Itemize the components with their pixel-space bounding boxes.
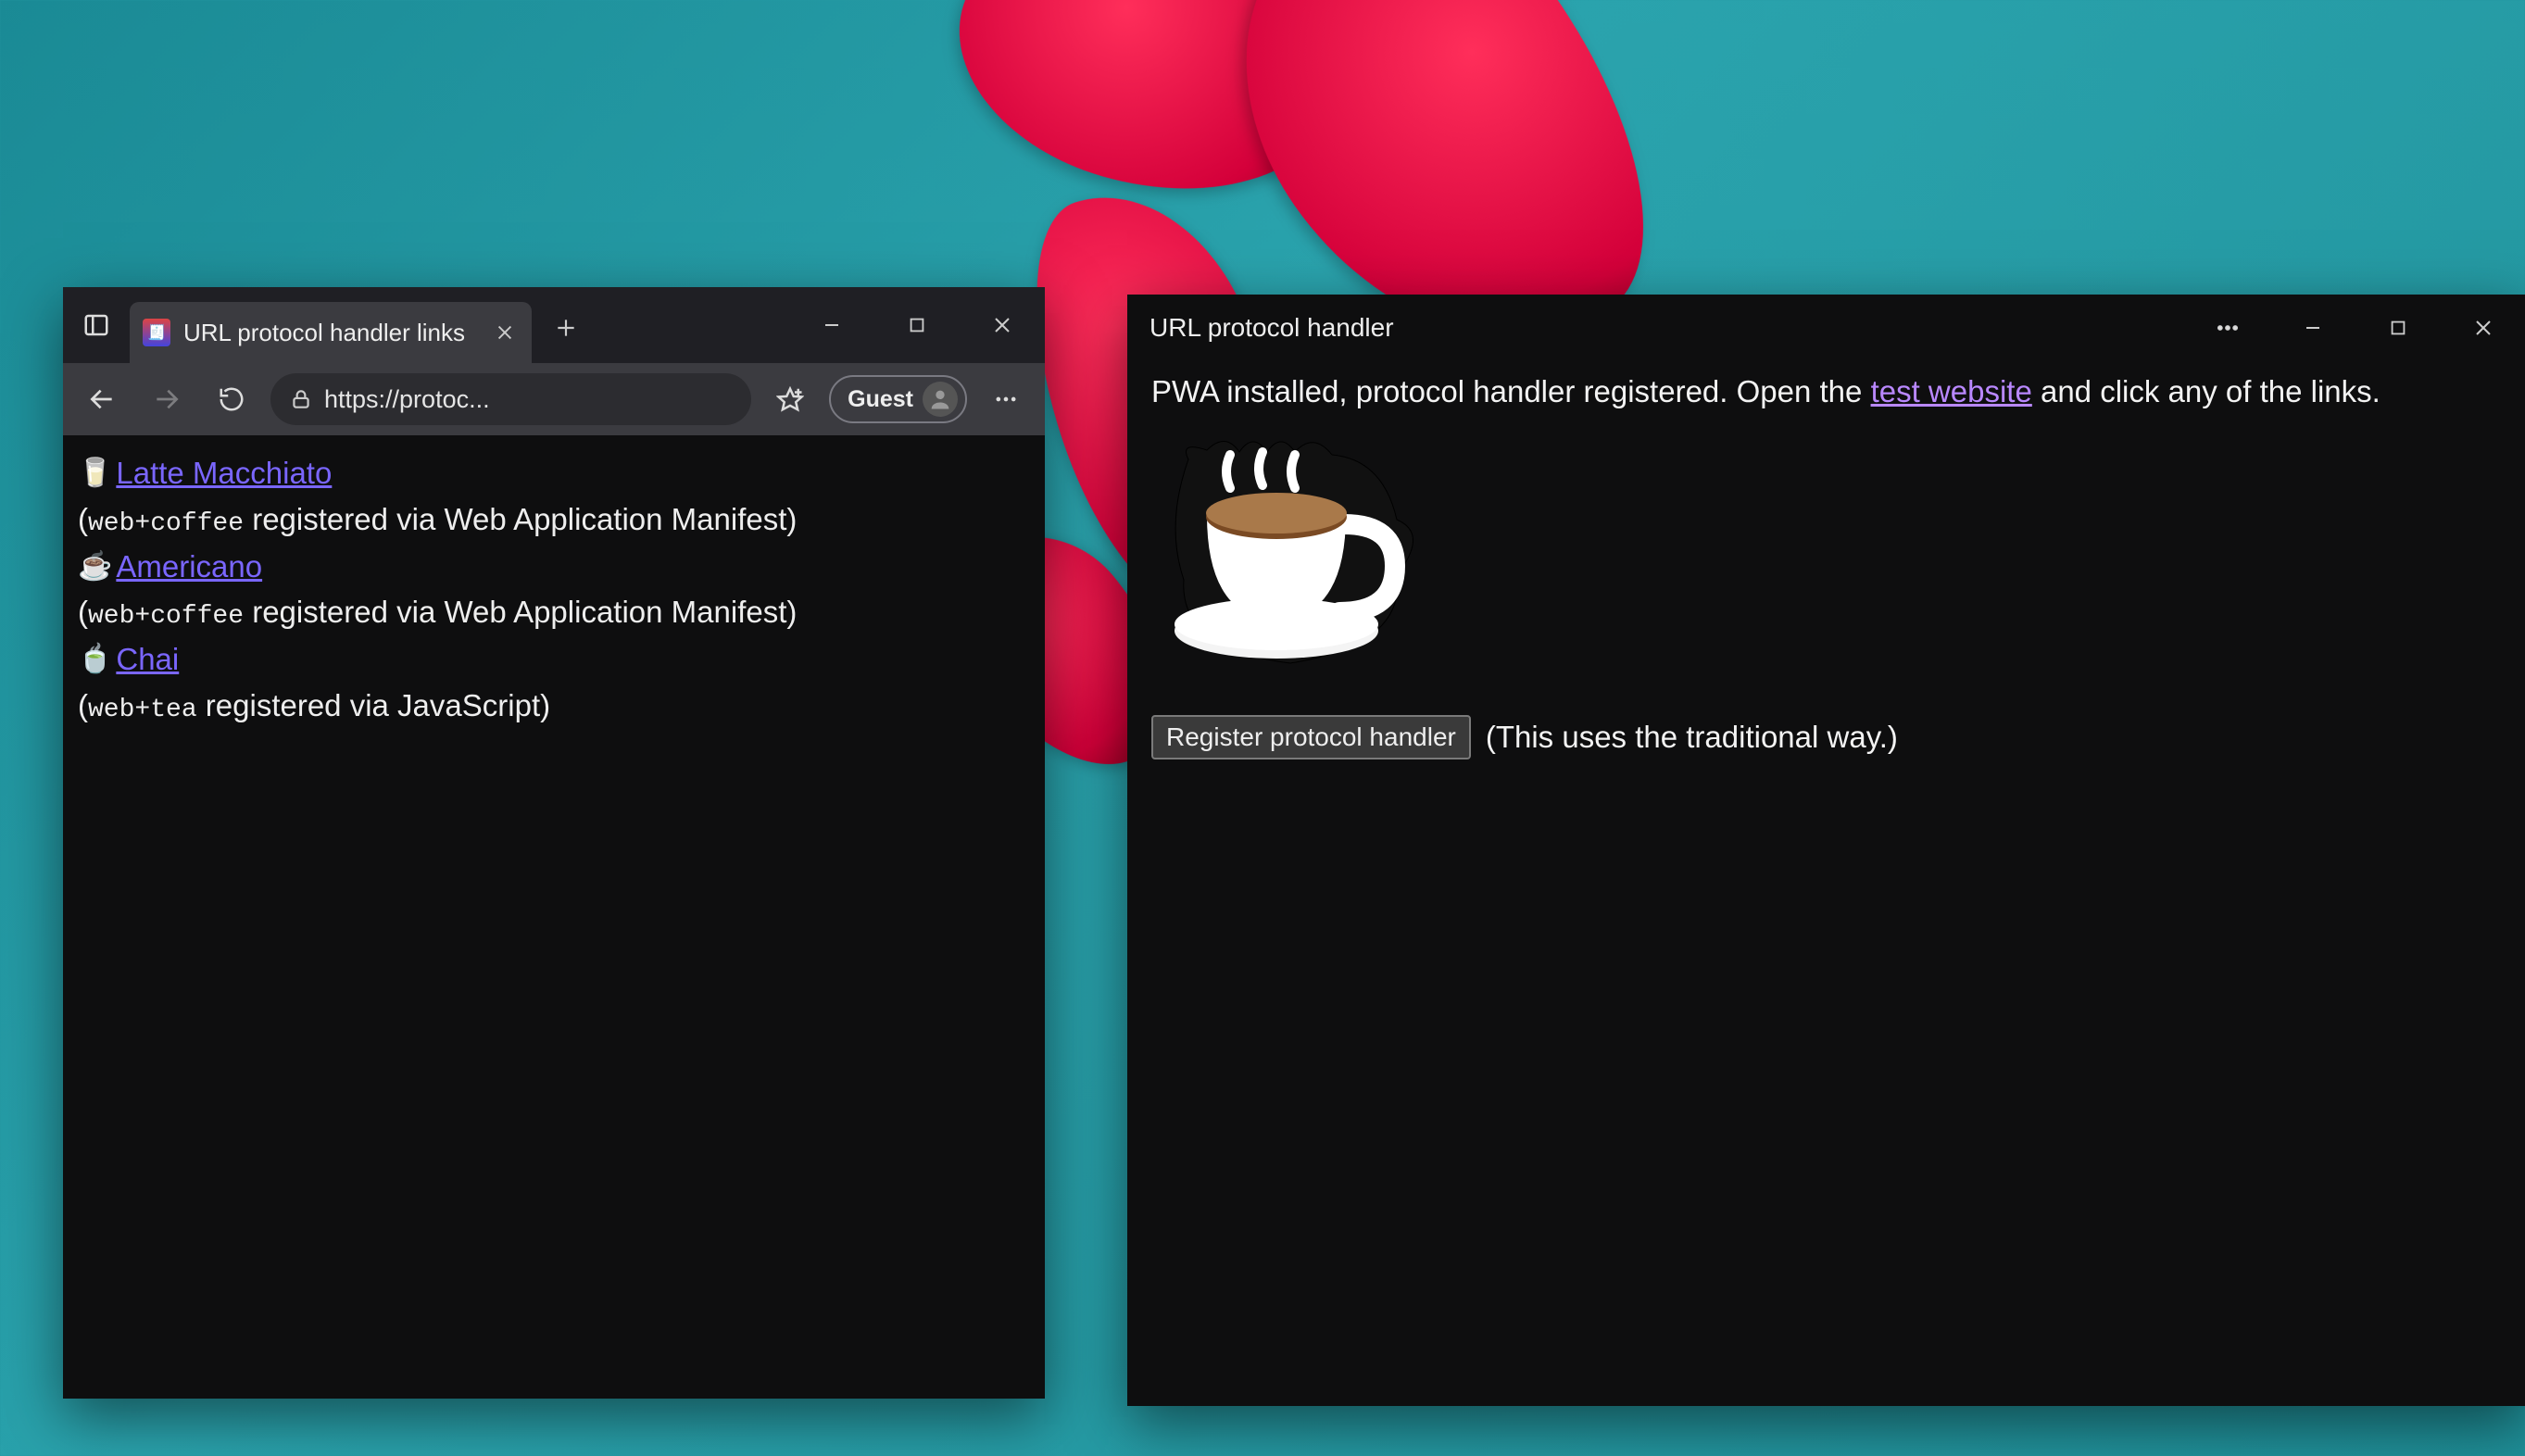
browser-toolbar: https://protoc... Guest <box>63 363 1045 435</box>
avatar-icon <box>923 382 958 417</box>
drink-emoji-icon: ☕ <box>78 546 112 587</box>
page-content: 🥛 Latte Macchiato (web+coffee registered… <box>63 435 1045 1399</box>
link-detail: (web+coffee registered via Web Applicati… <box>78 589 1030 636</box>
profile-button[interactable]: Guest <box>829 375 967 423</box>
profile-label: Guest <box>848 386 913 413</box>
link-detail: (web+coffee registered via Web Applicati… <box>78 496 1030 544</box>
favicon-icon: 🧾 <box>143 319 170 346</box>
minimize-button[interactable] <box>789 297 874 353</box>
browser-tab[interactable]: 🧾 URL protocol handler links <box>130 302 532 363</box>
pwa-title: URL protocol handler <box>1149 313 1394 343</box>
test-website-link[interactable]: test website <box>1871 374 2032 408</box>
drink-emoji-icon: 🍵 <box>78 638 112 680</box>
drink-link-latte[interactable]: Latte Macchiato <box>116 450 332 496</box>
pwa-content: PWA installed, protocol handler register… <box>1127 361 2525 1406</box>
drink-link-americano[interactable]: Americano <box>116 544 262 590</box>
new-tab-button[interactable] <box>543 316 589 340</box>
close-window-button[interactable] <box>2441 300 2525 356</box>
register-protocol-button[interactable]: Register protocol handler <box>1151 715 1471 759</box>
close-tab-icon[interactable] <box>495 322 515 343</box>
browser-window: 🧾 URL protocol handler links <box>63 287 1045 1399</box>
pwa-status-text: PWA installed, protocol handler register… <box>1151 374 2502 409</box>
tab-actions-icon[interactable] <box>63 311 130 339</box>
pwa-window: URL protocol handler PWA installed, prot… <box>1127 295 2525 1406</box>
more-menu-button[interactable] <box>980 373 1032 425</box>
back-button[interactable] <box>76 373 128 425</box>
maximize-button[interactable] <box>2355 300 2441 356</box>
lock-icon <box>289 387 313 411</box>
refresh-button[interactable] <box>206 373 258 425</box>
drink-emoji-icon: 🥛 <box>78 452 112 494</box>
browser-titlebar[interactable]: 🧾 URL protocol handler links <box>63 287 1045 363</box>
tab-title: URL protocol handler links <box>183 319 465 347</box>
pwa-titlebar[interactable]: URL protocol handler <box>1127 295 2525 361</box>
drink-link-chai[interactable]: Chai <box>116 636 179 683</box>
link-detail: (web+tea registered via JavaScript) <box>78 683 1030 730</box>
forward-button[interactable] <box>141 373 193 425</box>
register-note: (This uses the traditional way.) <box>1486 720 1898 755</box>
address-bar[interactable]: https://protoc... <box>270 373 751 425</box>
close-window-button[interactable] <box>960 297 1045 353</box>
favorites-button[interactable] <box>764 373 816 425</box>
app-menu-button[interactable] <box>2185 300 2270 356</box>
maximize-button[interactable] <box>874 297 960 353</box>
minimize-button[interactable] <box>2270 300 2355 356</box>
address-url: https://protoc... <box>324 385 490 414</box>
coffee-cup-icon <box>1151 432 1448 691</box>
